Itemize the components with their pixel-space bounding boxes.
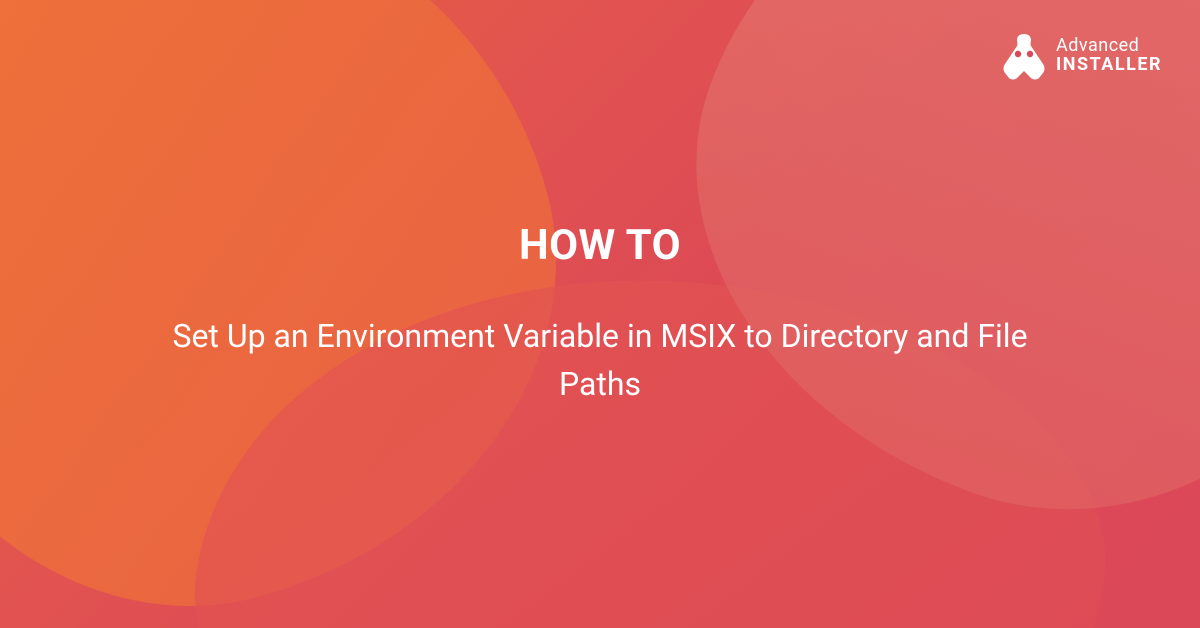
logo-icon	[1003, 32, 1045, 80]
brand-logo: Advanced INSTALLER	[1003, 32, 1162, 80]
page-subtitle: Set Up an Environment Variable in MSIX t…	[160, 312, 1040, 408]
logo-text-bottom: INSTALLER	[1056, 56, 1162, 75]
page-heading: HOW TO	[519, 221, 681, 270]
content-container: HOW TO Set Up an Environment Variable in…	[0, 0, 1200, 628]
logo-text: Advanced INSTALLER	[1056, 37, 1162, 75]
